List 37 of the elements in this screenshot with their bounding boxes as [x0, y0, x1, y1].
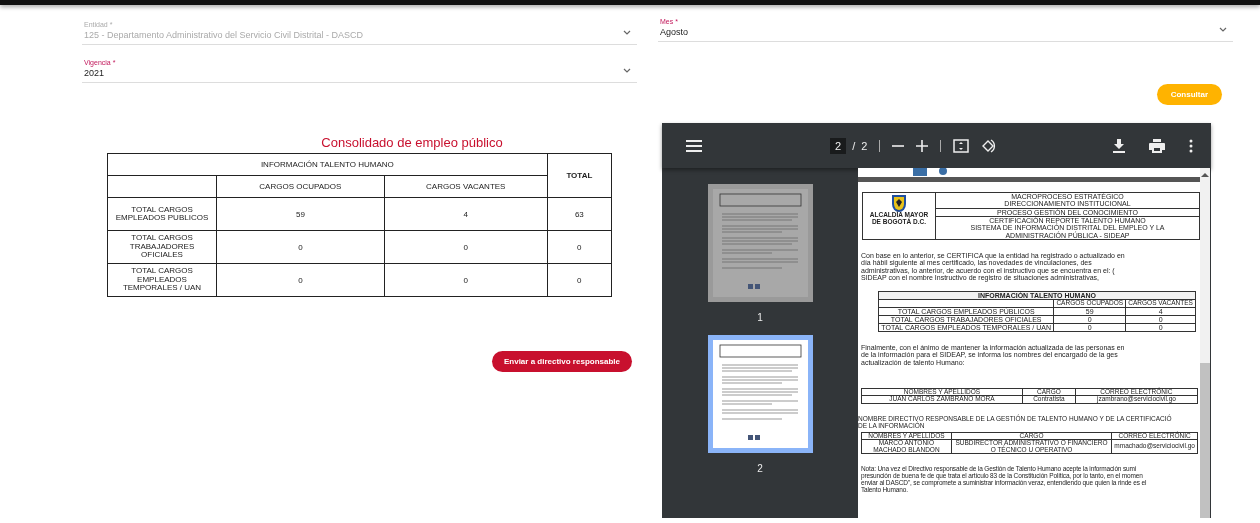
- chevron-down-icon: [623, 30, 631, 35]
- table-cell: 0: [384, 230, 548, 264]
- chevron-down-icon: [1219, 27, 1227, 32]
- table-cell: 0: [216, 263, 385, 297]
- more-icon[interactable]: [1189, 138, 1193, 153]
- coat-of-arms-icon: [892, 195, 906, 212]
- download-icon[interactable]: [1113, 138, 1125, 153]
- print-icon[interactable]: [1149, 138, 1165, 153]
- page-thumbnail-drawing[interactable]: [707, 335, 813, 453]
- table-cell: 0: [547, 230, 612, 264]
- table-title: Consolidado de empleo público: [320, 135, 504, 150]
- thumbnail-label: 2: [757, 463, 763, 474]
- menu-icon[interactable]: [686, 139, 702, 152]
- fit-page-icon[interactable]: [953, 138, 970, 153]
- chevron-down-icon: [623, 68, 631, 73]
- scroll-up-icon[interactable]: [1201, 172, 1209, 177]
- page-number-field[interactable]: 2: [830, 137, 847, 154]
- page-thumbnail-drawing[interactable]: [707, 184, 813, 302]
- scrollbar[interactable]: [1200, 168, 1210, 518]
- send-button[interactable]: Enviar a directivo responsable: [491, 351, 632, 372]
- thumbnail-label: 1: [757, 312, 763, 323]
- table-header: TOTAL: [547, 153, 612, 198]
- table-cell: TOTAL CARGOS EMPLEADOS PUBLICOS: [107, 197, 217, 231]
- table-cell: TOTAL CARGOS EMPLEADOS TEMPORALES / UAN: [107, 263, 217, 297]
- page-separator: /: [852, 139, 856, 152]
- page-count: 2: [861, 139, 868, 152]
- table-cell: 0: [547, 263, 612, 297]
- table-cell: 0: [384, 263, 548, 297]
- table-cell: 63: [547, 197, 612, 231]
- table-header: INFORMACIÓN TALENTO HUMANO: [107, 153, 548, 176]
- table-header: CARGOS OCUPADOS: [216, 175, 385, 198]
- zoom-out-icon[interactable]: [892, 144, 905, 147]
- zoom-in-icon[interactable]: [916, 139, 929, 152]
- table-cell: 59: [216, 197, 385, 231]
- table-cell: 0: [216, 230, 385, 264]
- table-cell: 4: [384, 197, 548, 231]
- table-cell: TOTAL CARGOS TRABAJADORES OFICIALES: [107, 230, 217, 264]
